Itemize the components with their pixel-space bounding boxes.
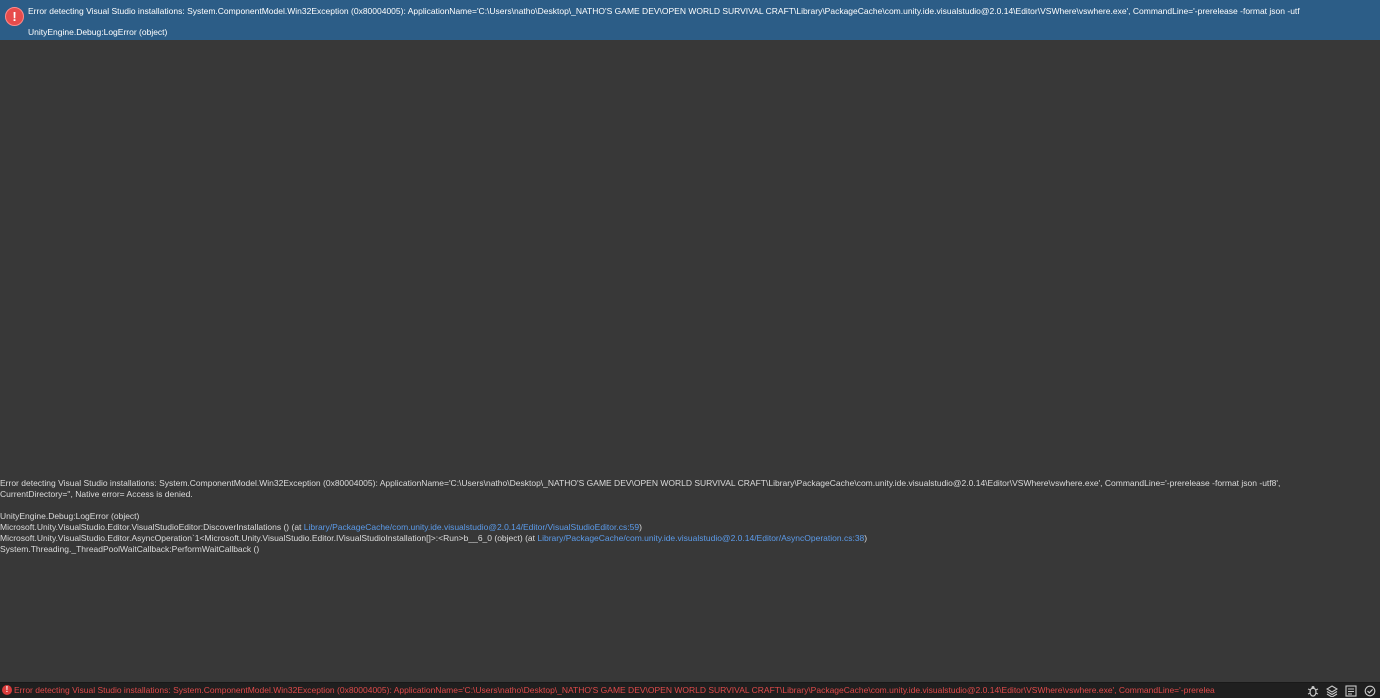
detail-message-line: CurrentDirectory='', Native error= Acces… [0, 489, 193, 499]
error-icon: ! [5, 7, 24, 26]
status-bar-tools [1306, 684, 1376, 698]
layers-icon[interactable] [1325, 684, 1338, 698]
stack-trace-link[interactable]: Library/PackageCache/com.unity.ide.visua… [304, 522, 639, 532]
stack-trace-line: Microsoft.Unity.VisualStudio.Editor.Asyn… [0, 533, 868, 543]
status-bar-message[interactable]: Error detecting Visual Studio installati… [14, 685, 1292, 696]
cloud-check-icon[interactable] [1363, 685, 1376, 698]
console-log-entry[interactable]: ! Error detecting Visual Studio installa… [0, 0, 1380, 40]
stack-trace-link[interactable]: Library/PackageCache/com.unity.ide.visua… [537, 533, 864, 543]
stack-trace-line: UnityEngine.Debug:LogError (object) [0, 511, 140, 521]
debug-icon[interactable] [1306, 685, 1319, 698]
log-entry-source: UnityEngine.Debug:LogError (object) [28, 27, 168, 37]
stack-trace-line: System.Threading._ThreadPoolWaitCallback… [0, 544, 260, 554]
log-detail-panel: Error detecting Visual Studio installati… [0, 478, 1380, 555]
error-icon: ! [2, 685, 12, 695]
console-window: ! Error detecting Visual Studio installa… [0, 0, 1380, 698]
detail-message-line: Error detecting Visual Studio installati… [0, 478, 1281, 488]
status-bar: ! Error detecting Visual Studio installa… [0, 682, 1380, 698]
log-entry-message: Error detecting Visual Studio installati… [28, 6, 1300, 16]
collab-icon[interactable] [1344, 684, 1357, 698]
stack-trace-line: Microsoft.Unity.VisualStudio.Editor.Visu… [0, 522, 642, 532]
